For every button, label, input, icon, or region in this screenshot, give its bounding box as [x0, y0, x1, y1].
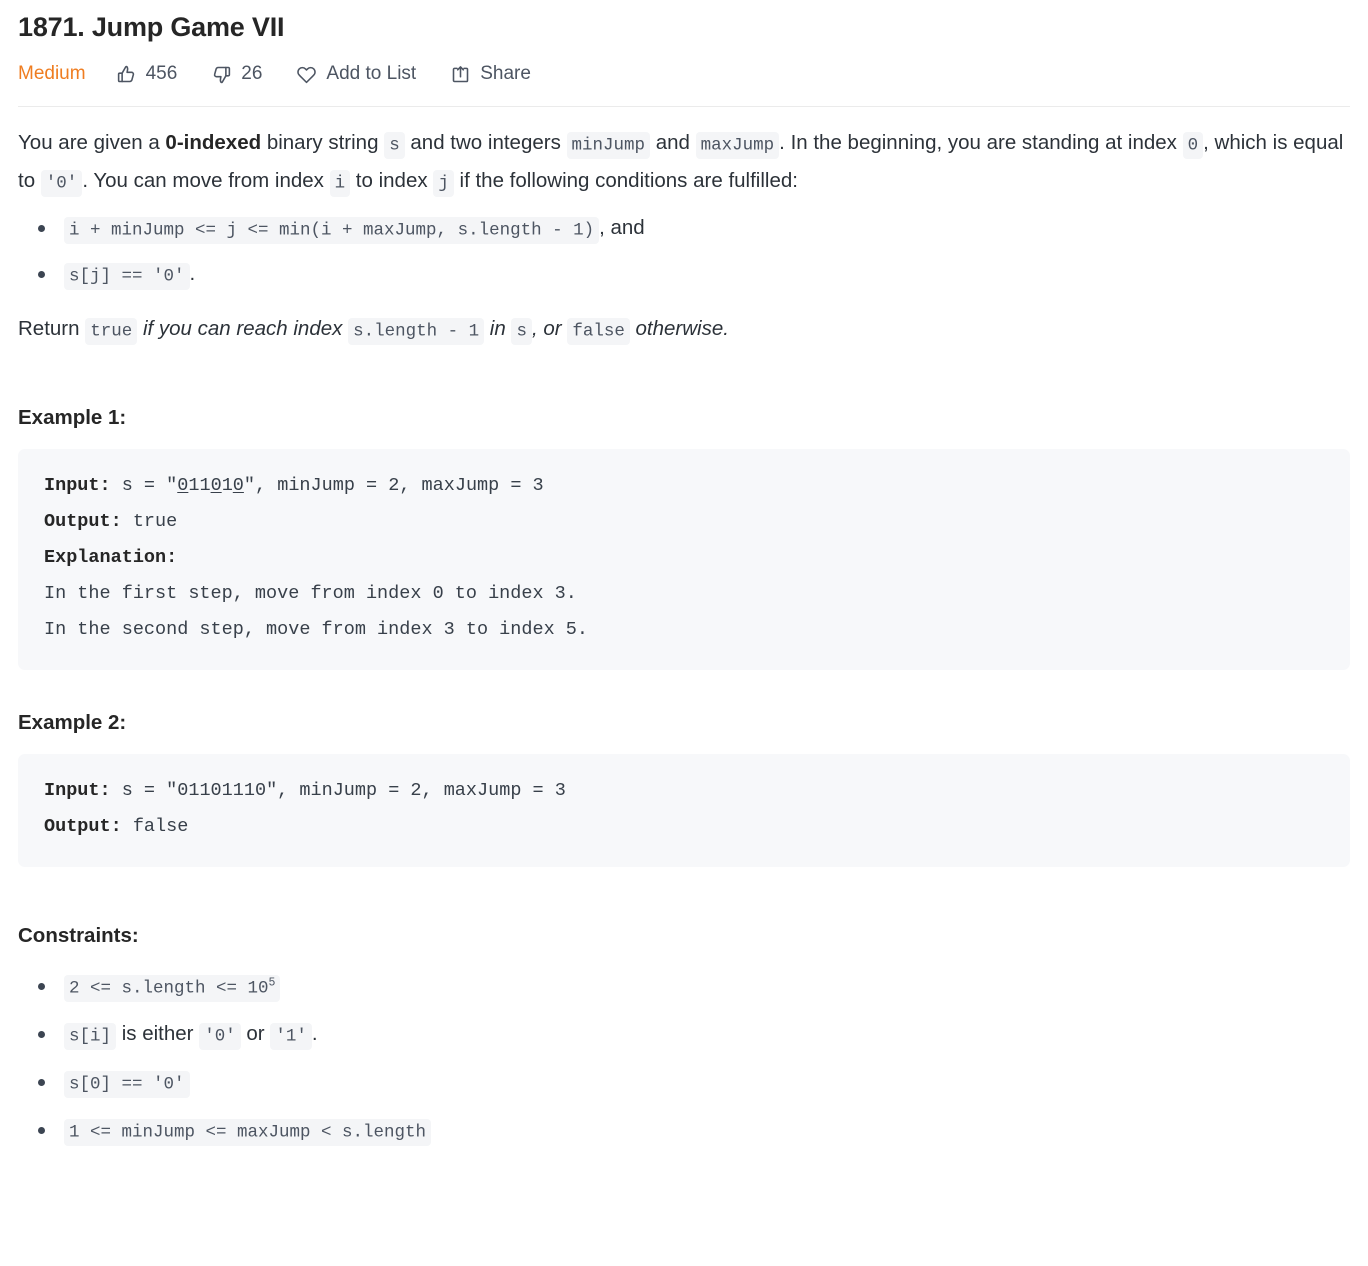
code-zero: 0: [1182, 131, 1204, 159]
return-text-4: , or: [531, 317, 568, 340]
code-s-2: s: [511, 317, 532, 345]
code-maxjump: maxJump: [695, 131, 780, 159]
constraints-block: Constraints: 2 <= s.length <= 105 s[i] is…: [18, 923, 1350, 1151]
example-explanation-label: Explanation:: [44, 547, 178, 568]
example-block-2: Example 2: Input: s = "01101110", minJum…: [18, 710, 1350, 867]
constraint-code: s[0] == '0': [64, 1070, 190, 1098]
desc-text-3: and two integers: [404, 131, 567, 154]
constraint-code: '1': [270, 1022, 312, 1050]
code-s-length-minus-1: s.length - 1: [348, 317, 485, 345]
spacer-between-examples: [18, 670, 1350, 710]
constraint-item: 1 <= minJump <= maxJump < s.length: [38, 1111, 1350, 1151]
constraint-text: or: [240, 1022, 271, 1045]
constraint-code: s[i]: [64, 1022, 117, 1050]
example-2-code: Input: s = "01101110", minJump = 2, maxJ…: [18, 754, 1350, 867]
desc-text-8: to index: [350, 169, 434, 192]
heart-icon: [296, 64, 317, 85]
constraint-item: s[i] is either '0' or '1'.: [38, 1015, 1350, 1055]
constraint-exponent: 5: [268, 976, 276, 990]
example-block-1: Example 1: Input: s = "011010", minJump …: [18, 405, 1350, 670]
example-2-heading: Example 2:: [18, 711, 127, 734]
problem-page: 1871. Jump Game VII Medium 456 26 Add to…: [0, 0, 1368, 1266]
desc-bold-zero-indexed: 0-indexed: [165, 131, 262, 154]
thumbs-up-icon: [116, 64, 137, 85]
example-input-label: Input:: [44, 475, 111, 496]
example-input-underlined-char: 0: [177, 475, 189, 496]
share-icon: [450, 64, 471, 85]
example-input-label: Input:: [44, 780, 111, 801]
desc-text-7: . You can move from index: [82, 169, 330, 192]
constraint-text: is either: [116, 1022, 200, 1045]
constraints-heading: Constraints:: [18, 924, 139, 947]
like-button[interactable]: 456: [116, 63, 178, 85]
code-true: true: [85, 317, 138, 345]
condition-code: s[j] == '0': [64, 262, 190, 290]
constraint-code: 1 <= minJump <= maxJump < s.length: [64, 1118, 432, 1146]
code-s: s: [384, 131, 405, 159]
example-input-underlined-char: 0: [210, 475, 222, 496]
return-text-3: in: [484, 317, 512, 340]
code-zero-char: '0': [40, 169, 83, 197]
constraint-item: s[0] == '0': [38, 1063, 1350, 1103]
problem-content: You are given a 0-indexed binary string …: [0, 125, 1368, 1151]
condition-item: i + minJump <= j <= min(i + maxJump, s.l…: [38, 209, 1350, 249]
page-title: 1871. Jump Game VII: [18, 12, 285, 42]
header-divider: [18, 106, 1350, 107]
constraint-code: '0': [199, 1022, 241, 1050]
return-text-2: if you can reach index: [137, 317, 349, 340]
conditions-list: i + minJump <= j <= min(i + maxJump, s.l…: [18, 209, 1350, 295]
like-count: 456: [145, 63, 178, 84]
thumbs-down-icon: [211, 64, 232, 85]
example-1-code: Input: s = "011010", minJump = 2, maxJum…: [18, 449, 1350, 670]
dislike-count: 26: [241, 63, 263, 84]
return-text-5: otherwise.: [629, 317, 729, 340]
code-i: i: [329, 169, 351, 197]
problem-meta-row: Medium 456 26 Add to List Share: [0, 44, 1368, 88]
example-1-heading: Example 1:: [18, 406, 127, 429]
add-to-list-label: Add to List: [326, 63, 417, 84]
constraint-text: .: [311, 1022, 318, 1045]
constraints-list: 2 <= s.length <= 105 s[i] is either '0' o…: [18, 967, 1350, 1151]
example-output-label: Output:: [44, 816, 122, 837]
code-minjump: minJump: [566, 131, 651, 159]
constraint-code: 2 <= s.length <= 105: [64, 974, 281, 1002]
condition-tail: , and: [599, 216, 645, 239]
add-to-list-button[interactable]: Add to List: [296, 63, 416, 85]
spacer-before-constraints: [18, 867, 1350, 923]
desc-text-2: binary string: [261, 131, 385, 154]
constraint-item: 2 <= s.length <= 105: [38, 967, 1350, 1007]
example-output-label: Output:: [44, 511, 122, 532]
desc-text-4: and: [650, 131, 696, 154]
condition-tail: .: [189, 262, 196, 285]
difficulty-badge[interactable]: Medium: [18, 63, 86, 85]
return-paragraph: Return true if you can reach index s.len…: [18, 311, 1350, 349]
spacer-before-examples: [18, 349, 1350, 405]
desc-text-9: if the following conditions are fulfille…: [453, 169, 798, 192]
share-label: Share: [480, 63, 531, 84]
share-button[interactable]: Share: [450, 63, 531, 85]
desc-text-5: . In the beginning, you are standing at …: [779, 131, 1183, 154]
description-paragraph: You are given a 0-indexed binary string …: [18, 125, 1350, 201]
condition-code: i + minJump <= j <= min(i + maxJump, s.l…: [64, 216, 600, 244]
condition-item: s[j] == '0'.: [38, 255, 1350, 295]
dislike-button[interactable]: 26: [211, 63, 262, 85]
code-j: j: [433, 169, 454, 197]
example-input-underlined-char: 0: [232, 475, 244, 496]
desc-text-1: You are given a: [18, 131, 166, 154]
return-text-1: Return: [18, 317, 86, 340]
code-false: false: [567, 317, 630, 345]
